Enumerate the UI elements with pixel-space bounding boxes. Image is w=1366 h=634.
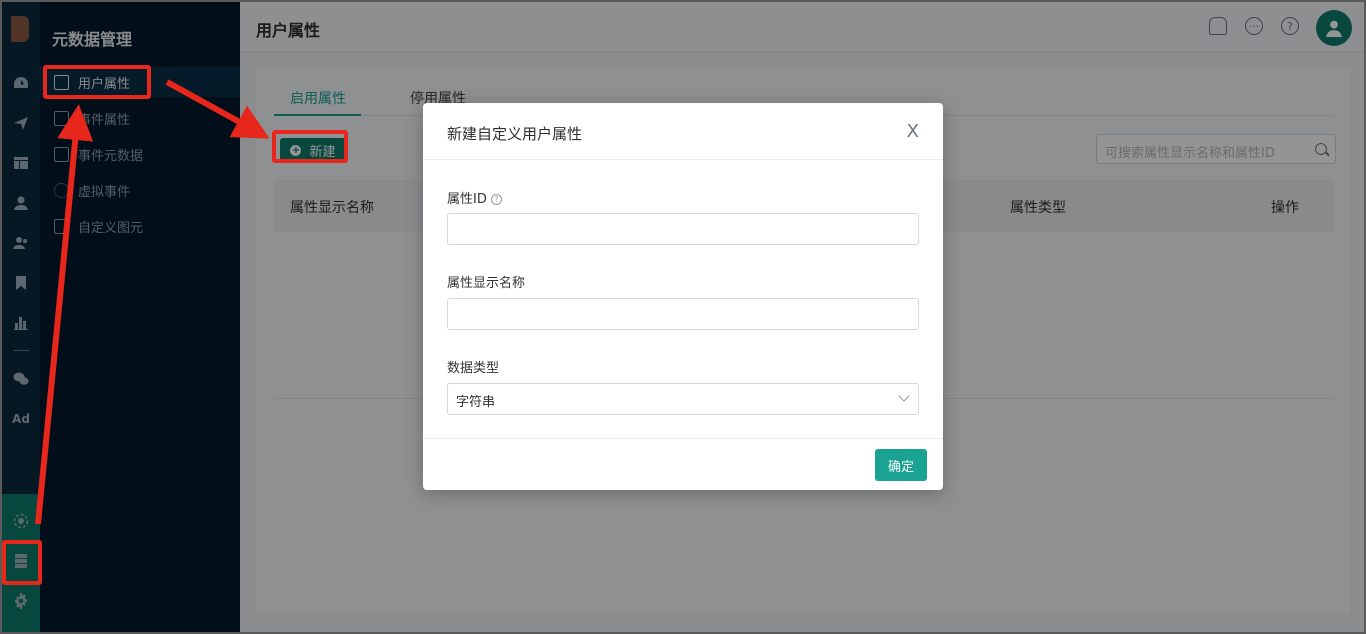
confirm-button[interactable]: 确定 <box>875 449 927 481</box>
display-name-label: 属性显示名称 <box>447 276 526 291</box>
display-name-field[interactable] <box>447 298 919 330</box>
data-type-value: 字符串 <box>456 395 496 410</box>
attribute-id-label: 属性ID? <box>447 188 502 207</box>
data-type-label: 数据类型 <box>447 361 500 376</box>
help-icon[interactable]: ? <box>490 194 502 205</box>
new-user-attribute-dialog: 新建自定义用户属性 X 属性ID? 属性显示名称 数据类型 字符串 确定 <box>423 103 943 490</box>
annotation-box-user-attributes <box>43 65 151 99</box>
annotation-box-metadata-icon <box>2 540 42 585</box>
annotation-box-new-button <box>272 130 348 163</box>
attribute-id-label-text: 属性ID <box>447 192 487 207</box>
dialog-title: 新建自定义用户属性 <box>447 125 583 143</box>
dialog-header-divider <box>423 159 943 160</box>
dialog-footer-divider <box>423 438 943 439</box>
chevron-down-icon <box>898 390 910 402</box>
app-window: Ad 元数据管理 用户属性 事件属性 事件元数据 虚拟事件 自定义图元 用户属性… <box>2 2 1364 632</box>
close-icon[interactable]: X <box>907 121 919 142</box>
data-type-select[interactable]: 字符串 <box>447 383 919 415</box>
attribute-id-field[interactable] <box>447 213 919 245</box>
